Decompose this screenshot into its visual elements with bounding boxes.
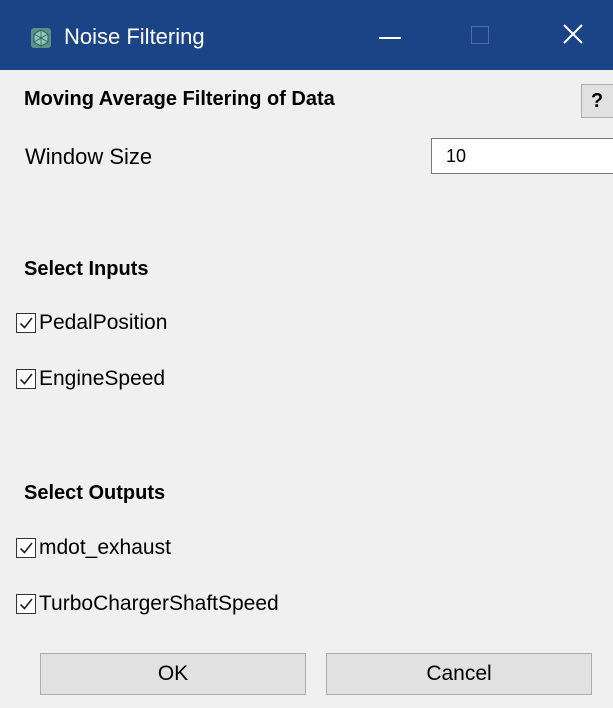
ok-button[interactable]: OK — [40, 653, 306, 695]
app-icon — [30, 27, 52, 49]
checkbox-checked-icon[interactable] — [16, 313, 36, 333]
checkbox-label: PedalPosition — [39, 311, 168, 334]
maximize-icon — [471, 26, 489, 44]
help-button[interactable]: ? — [581, 84, 613, 118]
checkbox-label: mdot_exhaust — [39, 536, 171, 559]
moving-average-heading: Moving Average Filtering of Data — [24, 88, 335, 110]
select-outputs-heading: Select Outputs — [24, 482, 166, 504]
checkbox-checked-icon[interactable] — [16, 594, 36, 614]
checkbox-label: TurboChargerShaftSpeed — [39, 592, 279, 615]
maximize-button[interactable] — [450, 0, 510, 70]
minimize-icon — [379, 37, 401, 39]
window-title: Noise Filtering — [64, 24, 205, 49]
close-button[interactable] — [543, 0, 603, 70]
cancel-button[interactable]: Cancel — [326, 653, 592, 695]
checkbox-checked-icon[interactable] — [16, 369, 36, 389]
window-size-label: Window Size — [25, 144, 153, 169]
checkbox-label: EngineSpeed — [39, 367, 166, 390]
title-bar[interactable]: Noise Filtering — [0, 0, 613, 70]
noise-filtering-dialog: Noise Filtering Moving Average Filtering… — [0, 0, 613, 708]
minimize-button[interactable] — [360, 0, 420, 70]
window-size-input[interactable] — [431, 138, 613, 174]
checkbox-checked-icon[interactable] — [16, 538, 36, 558]
close-icon — [563, 24, 583, 44]
select-inputs-heading: Select Inputs — [24, 258, 149, 280]
